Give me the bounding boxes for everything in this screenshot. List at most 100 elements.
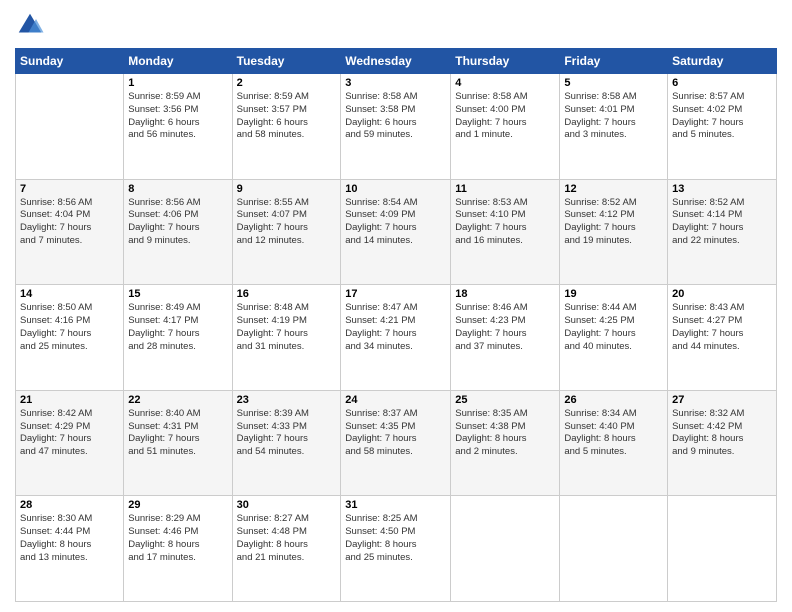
- calendar-cell: 22Sunrise: 8:40 AM Sunset: 4:31 PM Dayli…: [124, 390, 232, 496]
- cell-info: Sunrise: 8:56 AM Sunset: 4:04 PM Dayligh…: [20, 197, 119, 248]
- cell-info: Sunrise: 8:35 AM Sunset: 4:38 PM Dayligh…: [455, 408, 555, 459]
- cell-date-number: 13: [672, 183, 772, 195]
- calendar-cell: 4 Sunrise: 8:58 AM Sunset: 4:00 PM Daylig…: [451, 74, 560, 180]
- cell-date-number: 31: [345, 499, 446, 511]
- cell-info: Sunrise: 8:32 AM Sunset: 4:42 PM Dayligh…: [672, 408, 772, 459]
- calendar-cell: 8 Sunrise: 8:56 AM Sunset: 4:06 PM Daylig…: [124, 179, 232, 285]
- cell-info: Sunrise: 8:44 AM Sunset: 4:25 PM Dayligh…: [564, 302, 663, 353]
- calendar-cell: 24 Sunrise: 8:37 AM Sunset: 4:35 PM Dayli…: [341, 390, 451, 496]
- cell-info: Sunrise: 8:58 AM Sunset: 3:58 PM Dayligh…: [345, 91, 446, 142]
- calendar-cell: 21Sunrise: 8:42 AM Sunset: 4:29 PM Dayli…: [16, 390, 124, 496]
- logo: [15, 10, 49, 40]
- logo-icon: [15, 10, 45, 40]
- cell-info: Sunrise: 8:52 AM Sunset: 4:12 PM Dayligh…: [564, 197, 663, 248]
- calendar-week-row: 28 Sunrise: 8:30 AM Sunset: 4:44 PM Dayli…: [16, 496, 777, 602]
- cell-info: Sunrise: 8:29 AM Sunset: 4:46 PM Dayligh…: [128, 513, 227, 564]
- cell-info: Sunrise: 8:56 AM Sunset: 4:06 PM Dayligh…: [128, 197, 227, 248]
- cell-date-number: 4: [455, 77, 555, 89]
- col-header-friday: Friday: [560, 49, 668, 74]
- cell-date-number: 21: [20, 394, 119, 406]
- cell-date-number: 3: [345, 77, 446, 89]
- cell-date-number: 12: [564, 183, 663, 195]
- cell-date-number: 11: [455, 183, 555, 195]
- cell-info: Sunrise: 8:54 AM Sunset: 4:09 PM Dayligh…: [345, 197, 446, 248]
- calendar-week-row: 7 Sunrise: 8:56 AM Sunset: 4:04 PM Daylig…: [16, 179, 777, 285]
- calendar-cell: [668, 496, 777, 602]
- cell-date-number: 14: [20, 288, 119, 300]
- calendar-cell: 1 Sunrise: 8:59 AM Sunset: 3:56 PM Daylig…: [124, 74, 232, 180]
- calendar-cell: 28 Sunrise: 8:30 AM Sunset: 4:44 PM Dayli…: [16, 496, 124, 602]
- col-header-monday: Monday: [124, 49, 232, 74]
- cell-info: Sunrise: 8:25 AM Sunset: 4:50 PM Dayligh…: [345, 513, 446, 564]
- cell-date-number: 17: [345, 288, 446, 300]
- cell-info: Sunrise: 8:53 AM Sunset: 4:10 PM Dayligh…: [455, 197, 555, 248]
- cell-info: Sunrise: 8:57 AM Sunset: 4:02 PM Dayligh…: [672, 91, 772, 142]
- calendar-week-row: 1 Sunrise: 8:59 AM Sunset: 3:56 PM Daylig…: [16, 74, 777, 180]
- cell-date-number: 8: [128, 183, 227, 195]
- page: SundayMondayTuesdayWednesdayThursdayFrid…: [0, 0, 792, 612]
- calendar-cell: 14 Sunrise: 8:50 AM Sunset: 4:16 PM Dayli…: [16, 285, 124, 391]
- cell-info: Sunrise: 8:37 AM Sunset: 4:35 PM Dayligh…: [345, 408, 446, 459]
- cell-date-number: 28: [20, 499, 119, 511]
- calendar-cell: 3 Sunrise: 8:58 AM Sunset: 3:58 PM Daylig…: [341, 74, 451, 180]
- col-header-wednesday: Wednesday: [341, 49, 451, 74]
- calendar-cell: 11 Sunrise: 8:53 AM Sunset: 4:10 PM Dayli…: [451, 179, 560, 285]
- cell-date-number: 30: [237, 499, 337, 511]
- cell-info: Sunrise: 8:30 AM Sunset: 4:44 PM Dayligh…: [20, 513, 119, 564]
- cell-date-number: 1: [128, 77, 227, 89]
- cell-info: Sunrise: 8:50 AM Sunset: 4:16 PM Dayligh…: [20, 302, 119, 353]
- calendar-cell: 31 Sunrise: 8:25 AM Sunset: 4:50 PM Dayli…: [341, 496, 451, 602]
- cell-date-number: 10: [345, 183, 446, 195]
- cell-date-number: 5: [564, 77, 663, 89]
- cell-info: Sunrise: 8:47 AM Sunset: 4:21 PM Dayligh…: [345, 302, 446, 353]
- calendar-cell: 2 Sunrise: 8:59 AM Sunset: 3:57 PM Daylig…: [232, 74, 341, 180]
- calendar-cell: 29 Sunrise: 8:29 AM Sunset: 4:46 PM Dayli…: [124, 496, 232, 602]
- cell-info: Sunrise: 8:39 AM Sunset: 4:33 PM Dayligh…: [237, 408, 337, 459]
- cell-info: Sunrise: 8:58 AM Sunset: 4:01 PM Dayligh…: [564, 91, 663, 142]
- cell-date-number: 2: [237, 77, 337, 89]
- cell-date-number: 18: [455, 288, 555, 300]
- cell-info: Sunrise: 8:43 AM Sunset: 4:27 PM Dayligh…: [672, 302, 772, 353]
- cell-info: Sunrise: 8:59 AM Sunset: 3:57 PM Dayligh…: [237, 91, 337, 142]
- calendar-cell: 17 Sunrise: 8:47 AM Sunset: 4:21 PM Dayli…: [341, 285, 451, 391]
- calendar-table: SundayMondayTuesdayWednesdayThursdayFrid…: [15, 48, 777, 602]
- cell-info: Sunrise: 8:58 AM Sunset: 4:00 PM Dayligh…: [455, 91, 555, 142]
- calendar-week-row: 21Sunrise: 8:42 AM Sunset: 4:29 PM Dayli…: [16, 390, 777, 496]
- cell-date-number: 24: [345, 394, 446, 406]
- calendar-cell: 13 Sunrise: 8:52 AM Sunset: 4:14 PM Dayli…: [668, 179, 777, 285]
- cell-date-number: 7: [20, 183, 119, 195]
- col-header-sunday: Sunday: [16, 49, 124, 74]
- calendar-cell: 20Sunrise: 8:43 AM Sunset: 4:27 PM Dayli…: [668, 285, 777, 391]
- calendar-header-row: SundayMondayTuesdayWednesdayThursdayFrid…: [16, 49, 777, 74]
- calendar-cell: 12 Sunrise: 8:52 AM Sunset: 4:12 PM Dayli…: [560, 179, 668, 285]
- calendar-cell: 30 Sunrise: 8:27 AM Sunset: 4:48 PM Dayli…: [232, 496, 341, 602]
- calendar-cell: 15 Sunrise: 8:49 AM Sunset: 4:17 PM Dayli…: [124, 285, 232, 391]
- cell-info: Sunrise: 8:46 AM Sunset: 4:23 PM Dayligh…: [455, 302, 555, 353]
- cell-info: Sunrise: 8:52 AM Sunset: 4:14 PM Dayligh…: [672, 197, 772, 248]
- cell-info: Sunrise: 8:40 AM Sunset: 4:31 PM Dayligh…: [128, 408, 227, 459]
- calendar-cell: 10 Sunrise: 8:54 AM Sunset: 4:09 PM Dayli…: [341, 179, 451, 285]
- cell-date-number: 27: [672, 394, 772, 406]
- col-header-saturday: Saturday: [668, 49, 777, 74]
- cell-info: Sunrise: 8:59 AM Sunset: 3:56 PM Dayligh…: [128, 91, 227, 142]
- cell-info: Sunrise: 8:48 AM Sunset: 4:19 PM Dayligh…: [237, 302, 337, 353]
- cell-date-number: 25: [455, 394, 555, 406]
- cell-info: Sunrise: 8:49 AM Sunset: 4:17 PM Dayligh…: [128, 302, 227, 353]
- cell-info: Sunrise: 8:55 AM Sunset: 4:07 PM Dayligh…: [237, 197, 337, 248]
- cell-date-number: 19: [564, 288, 663, 300]
- cell-date-number: 6: [672, 77, 772, 89]
- cell-date-number: 29: [128, 499, 227, 511]
- col-header-thursday: Thursday: [451, 49, 560, 74]
- calendar-cell: 25 Sunrise: 8:35 AM Sunset: 4:38 PM Dayli…: [451, 390, 560, 496]
- cell-info: Sunrise: 8:27 AM Sunset: 4:48 PM Dayligh…: [237, 513, 337, 564]
- calendar-week-row: 14 Sunrise: 8:50 AM Sunset: 4:16 PM Dayli…: [16, 285, 777, 391]
- cell-date-number: 15: [128, 288, 227, 300]
- cell-info: Sunrise: 8:34 AM Sunset: 4:40 PM Dayligh…: [564, 408, 663, 459]
- calendar-cell: [451, 496, 560, 602]
- calendar-cell: 16Sunrise: 8:48 AM Sunset: 4:19 PM Dayli…: [232, 285, 341, 391]
- calendar-cell: 23 Sunrise: 8:39 AM Sunset: 4:33 PM Dayli…: [232, 390, 341, 496]
- cell-date-number: 23: [237, 394, 337, 406]
- calendar-cell: 26Sunrise: 8:34 AM Sunset: 4:40 PM Dayli…: [560, 390, 668, 496]
- calendar-cell: 5 Sunrise: 8:58 AM Sunset: 4:01 PM Daylig…: [560, 74, 668, 180]
- calendar-cell: 9Sunrise: 8:55 AM Sunset: 4:07 PM Daylig…: [232, 179, 341, 285]
